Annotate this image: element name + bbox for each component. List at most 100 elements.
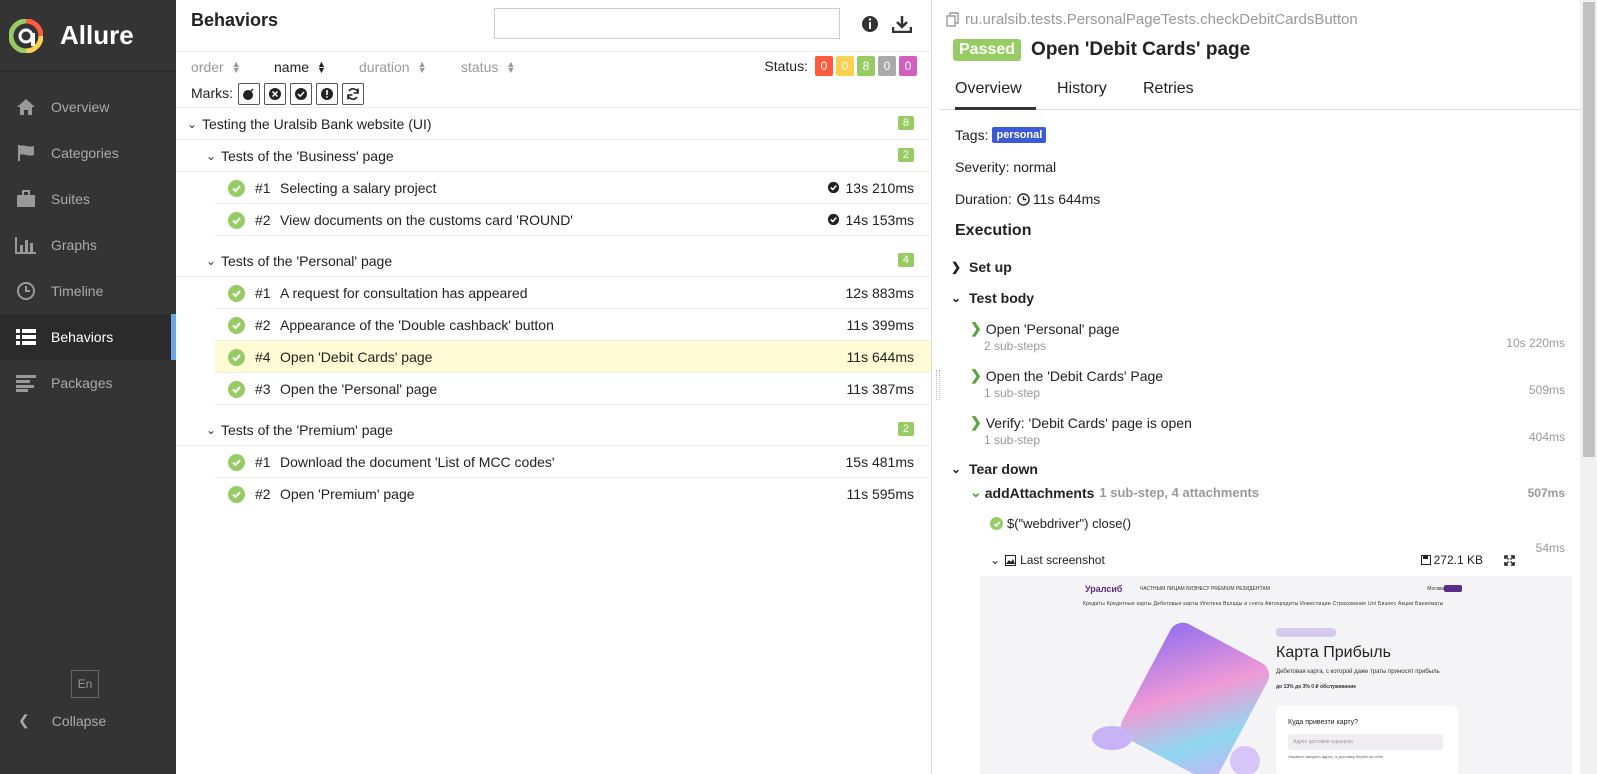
sidebar-item-suites[interactable]: Suites bbox=[0, 176, 176, 222]
test-row[interactable]: #2 View documents on the customs card 'R… bbox=[215, 204, 931, 236]
step-item[interactable]: ❯ Verify: 'Debit Cards' page is open 1 su… bbox=[970, 414, 1565, 447]
step-item[interactable]: ❯ Open 'Personal' page 2 sub-steps 10s 22… bbox=[970, 320, 1565, 353]
add-attachments-step[interactable]: ⌄ addAttachments 1 sub-step, 4 attachmen… bbox=[970, 484, 1565, 501]
test-name: Selecting a salary project bbox=[280, 179, 437, 196]
setup-section[interactable]: ❯ Set up bbox=[951, 259, 1012, 275]
passed-status-icon bbox=[990, 517, 1003, 530]
chevron-right-icon: ❯ bbox=[970, 414, 982, 430]
sort-icon: ▲ ▼ bbox=[417, 59, 427, 75]
tree-group-root[interactable]: ⌄ Testing the Uralsib Bank website (UI) … bbox=[176, 108, 931, 140]
save-icon bbox=[1420, 555, 1431, 565]
sidebar-item-overview[interactable]: Overview bbox=[0, 84, 176, 130]
status-broken-toggle[interactable]: 0 bbox=[836, 56, 854, 76]
allure-logo-icon bbox=[9, 18, 43, 53]
test-number: #2 bbox=[255, 211, 271, 228]
language-switch[interactable]: En bbox=[71, 670, 99, 698]
test-name: View documents on the customs card 'ROUN… bbox=[280, 211, 573, 228]
exclamation-circle-icon bbox=[321, 88, 333, 100]
chevron-down-icon: ⌄ bbox=[206, 422, 217, 437]
test-body-section[interactable]: ⌄ Test body bbox=[951, 290, 1034, 306]
sidebar-item-behaviors[interactable]: Behaviors bbox=[0, 314, 176, 360]
sort-duration[interactable]: duration ▲ ▼ bbox=[359, 59, 427, 75]
sidebar-item-categories[interactable]: Categories bbox=[0, 130, 176, 176]
status-unknown-toggle[interactable]: 0 bbox=[899, 56, 917, 76]
expand-icon[interactable] bbox=[1504, 554, 1515, 566]
full-name-text: ru.uralsib.tests.PersonalPageTests.check… bbox=[965, 11, 1358, 28]
sidebar-nav: Overview Categories Suites Graphs Timeli… bbox=[0, 84, 176, 406]
sidebar-item-packages[interactable]: Packages bbox=[0, 360, 176, 406]
test-row-selected[interactable]: #4 Open 'Debit Cards' page 11s 644ms bbox=[215, 341, 931, 373]
attachment-screenshot-preview[interactable]: Уралсиб ЧАСТНЫМ ЛИЦАМ БИЗНЕСУ PREMIUM РЕ… bbox=[980, 576, 1572, 774]
bomb-icon bbox=[243, 88, 254, 100]
attachment-row[interactable]: ⌄ Last screenshot 272.1 KB bbox=[990, 553, 1520, 567]
pane-header: Behaviors bbox=[176, 0, 931, 52]
tree-group-business[interactable]: ⌄ Tests of the 'Business' page 2 bbox=[176, 140, 931, 172]
flaky-mark-toggle[interactable] bbox=[238, 83, 260, 105]
test-row[interactable]: #1 Download the document 'List of MCC co… bbox=[215, 446, 931, 478]
test-number: #1 bbox=[255, 284, 271, 301]
sidebar-item-graphs[interactable]: Graphs bbox=[0, 222, 176, 268]
screenshot-menu: Кредиты Кредитные карты Дебетовые карты … bbox=[1083, 601, 1444, 607]
times-circle-icon bbox=[269, 88, 281, 100]
test-row[interactable]: #1 Selecting a salary project 13s 210ms bbox=[215, 172, 931, 204]
sort-label: order bbox=[191, 59, 224, 75]
duration-value: 14s 153ms bbox=[845, 211, 914, 228]
tree-group-premium[interactable]: ⌄ Tests of the 'Premium' page 2 bbox=[176, 414, 931, 446]
info-button[interactable] bbox=[860, 14, 880, 34]
sort-name[interactable]: name ▲ ▼ bbox=[274, 59, 326, 75]
new-broken-mark-toggle[interactable] bbox=[316, 83, 338, 105]
tags-row: Tags: personal bbox=[955, 127, 1047, 143]
retries-mark-toggle[interactable] bbox=[342, 83, 364, 105]
sort-order[interactable]: order ▲ ▼ bbox=[191, 59, 241, 75]
chevron-down-icon: ⌄ bbox=[951, 462, 962, 476]
test-row[interactable]: #1 A request for consultation has appear… bbox=[215, 277, 931, 309]
tag-badge[interactable]: personal bbox=[992, 127, 1047, 143]
test-row[interactable]: #2 Appearance of the 'Double cashback' b… bbox=[215, 309, 931, 341]
scrollbar-thumb[interactable] bbox=[1583, 2, 1595, 457]
collapse-button[interactable]: ❮ Collapse bbox=[18, 712, 106, 729]
test-row[interactable]: #3 Open the 'Personal' page 11s 387ms bbox=[215, 373, 931, 405]
status-failed-toggle[interactable]: 0 bbox=[815, 56, 833, 76]
step-label: Verify: 'Debit Cards' page is open bbox=[985, 414, 1192, 431]
sidebar-item-label: Suites bbox=[51, 191, 90, 207]
teardown-section[interactable]: ⌄ Tear down bbox=[951, 461, 1038, 477]
tab-overview[interactable]: Overview bbox=[955, 80, 1036, 110]
screenshot-decoration bbox=[1230, 746, 1260, 774]
screenshot-hint: Нажмите вводить адрес, а доставку берём … bbox=[1288, 754, 1383, 759]
logo[interactable]: Allure bbox=[0, 0, 176, 72]
new-failed-mark-toggle[interactable] bbox=[264, 83, 286, 105]
test-row[interactable]: #2 Open 'Premium' page 11s 595ms bbox=[215, 478, 931, 510]
screenshot-input: Адрес доставки курьером bbox=[1288, 734, 1443, 750]
test-full-name[interactable]: ru.uralsib.tests.PersonalPageTests.check… bbox=[946, 11, 1358, 28]
severity: Severity: normal bbox=[955, 159, 1057, 175]
step-duration: 54ms bbox=[1535, 541, 1565, 555]
duration-label: Duration: bbox=[955, 191, 1012, 207]
passed-status-icon bbox=[228, 212, 245, 229]
chevron-down-icon: ⌄ bbox=[206, 253, 217, 268]
new-passed-mark-toggle[interactable] bbox=[290, 83, 312, 105]
sort-label: duration bbox=[359, 59, 410, 75]
status-skipped-toggle[interactable]: 0 bbox=[878, 56, 896, 76]
status-badge: Passed bbox=[953, 39, 1022, 61]
download-button[interactable] bbox=[892, 14, 912, 34]
tags-label: Tags: bbox=[955, 127, 989, 143]
tree-group-personal[interactable]: ⌄ Tests of the 'Personal' page 4 bbox=[176, 245, 931, 277]
sidebar-item-timeline[interactable]: Timeline bbox=[0, 268, 176, 314]
test-duration: 14s 153ms bbox=[827, 212, 914, 228]
screenshot-logo: Уралсиб bbox=[1085, 584, 1123, 594]
search-input[interactable] bbox=[494, 8, 840, 39]
copy-icon bbox=[946, 12, 959, 27]
close-step[interactable]: $("webdriver") close() bbox=[990, 516, 1131, 531]
step-item[interactable]: ❯ Open the 'Debit Cards' Page 1 sub-step … bbox=[970, 367, 1565, 400]
chevron-down-icon: ⌄ bbox=[187, 116, 198, 131]
test-name: Open 'Debit Cards' page bbox=[280, 348, 433, 365]
step-substeps: 1 sub-step bbox=[984, 433, 1041, 447]
test-number: #1 bbox=[255, 179, 271, 196]
step-name: ❯ Open the 'Debit Cards' Page bbox=[970, 367, 1565, 384]
tab-retries[interactable]: Retries bbox=[1143, 80, 1194, 110]
tab-history[interactable]: History bbox=[1057, 80, 1107, 110]
status-passed-toggle[interactable]: 8 bbox=[857, 56, 875, 76]
test-duration: 11s 595ms bbox=[846, 486, 914, 502]
test-duration: 13s 210ms bbox=[827, 180, 914, 196]
sort-status[interactable]: status ▲ ▼ bbox=[461, 59, 515, 75]
